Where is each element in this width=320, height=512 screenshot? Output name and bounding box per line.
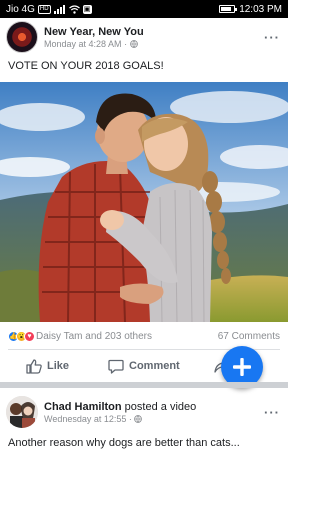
love-icon: ♥	[24, 330, 35, 342]
clock: 12:03 PM	[239, 3, 282, 15]
post-text: VOTE ON YOUR 2018 GOALS!	[8, 60, 164, 72]
post2-text: Another reason why dogs are better than …	[8, 437, 240, 449]
hd-badge: HD	[37, 4, 51, 14]
post2-more-options-button[interactable]: ···	[262, 405, 282, 420]
avatar-image	[6, 396, 38, 428]
post2-action-text: posted a video	[121, 400, 197, 413]
like-button[interactable]: Like	[26, 358, 70, 374]
reaction-icons: 👍 😮 ♥	[8, 330, 35, 342]
globe-icon	[134, 414, 143, 423]
post2-timestamp[interactable]: Wednesday at 12:55	[44, 414, 126, 424]
comment-button[interactable]: Comment	[108, 359, 180, 374]
carrier-label: Jio 4G	[6, 3, 35, 15]
comment-icon	[108, 359, 124, 374]
reactions-row[interactable]: 👍 😮 ♥ Daisy Tam and 203 others 67 Commen…	[0, 325, 288, 347]
post2-author[interactable]: Chad Hamilton	[44, 401, 122, 413]
globe-icon	[129, 39, 138, 48]
post-photo[interactable]	[0, 82, 288, 322]
user-avatar[interactable]	[6, 396, 38, 428]
post-header: New Year, New You Monday at 4:28 AM · ··…	[0, 18, 288, 56]
post-meta: Monday at 4:28 AM ·	[44, 39, 262, 49]
comments-count[interactable]: 67 Comments	[218, 331, 280, 342]
thumbs-up-icon	[26, 358, 42, 374]
couple-photo	[0, 82, 288, 322]
post2-meta: Wednesday at 12:55 ·	[44, 414, 262, 424]
post2-title: Chad Hamilton posted a video	[44, 401, 262, 413]
like-label: Like	[47, 360, 70, 372]
notification-icon: ▣	[82, 4, 92, 14]
screen: Jio 4G HD ▣ 12:03 PM New Year, New You M…	[0, 0, 288, 512]
post2-header: Chad Hamilton posted a video Wednesday a…	[0, 394, 288, 430]
page-avatar[interactable]	[6, 21, 38, 53]
battery-icon	[219, 5, 238, 13]
status-bar: Jio 4G HD ▣ 12:03 PM	[0, 0, 288, 18]
reactions-summary[interactable]: Daisy Tam and 203 others	[36, 331, 152, 342]
more-options-button[interactable]: ···	[262, 30, 282, 45]
plus-icon	[233, 358, 251, 376]
post-author[interactable]: New Year, New You	[44, 26, 262, 38]
wifi-icon	[68, 4, 80, 14]
signal-icon	[53, 4, 65, 14]
feed-separator	[0, 382, 288, 388]
post-timestamp[interactable]: Monday at 4:28 AM	[44, 39, 122, 49]
comment-label: Comment	[129, 360, 180, 372]
